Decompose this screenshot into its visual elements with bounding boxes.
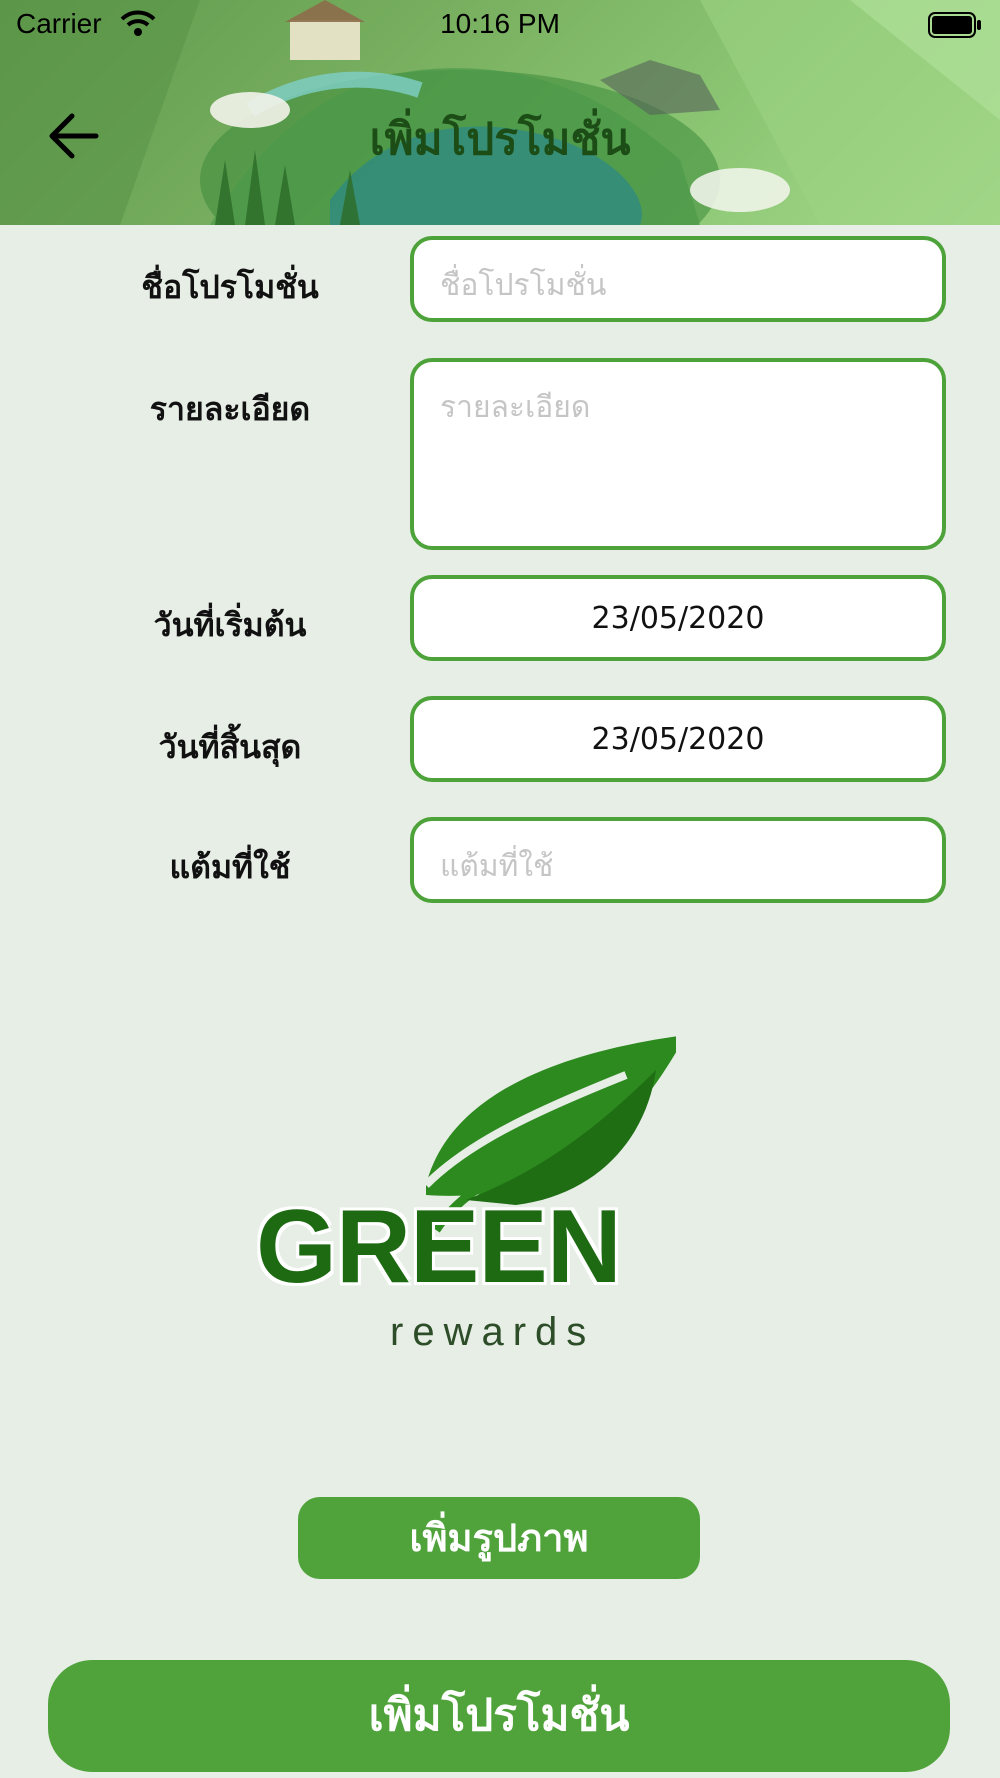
promo-name-input[interactable]: ชื่อโปรโมชั่น (410, 236, 946, 322)
details-textarea[interactable]: รายละเอียด (410, 358, 946, 550)
details-placeholder: รายละเอียด (440, 390, 591, 425)
end-date-field[interactable]: 23/05/2020 (410, 696, 946, 782)
promo-name-placeholder: ชื่อโปรโมชั่น (440, 268, 607, 303)
status-time: 10:16 PM (440, 8, 560, 39)
promo-name-label: ชื่อโปรโมชั่น (141, 268, 319, 306)
header-banner: Carrier 10:16 PM เพิ่มโปรโมชั่น (0, 0, 1000, 225)
logo-brand: GREEN (256, 1189, 622, 1305)
add-image-button[interactable]: เพิ่มรูปภาพ (298, 1497, 700, 1579)
points-input[interactable]: แต้มที่ใช้ (410, 817, 946, 903)
details-label: รายละเอียด (149, 390, 311, 428)
start-date-value: 23/05/2020 (591, 601, 765, 636)
logo-sub: rewards (390, 1310, 596, 1354)
points-placeholder: แต้มที่ใช้ (440, 849, 554, 884)
points-label: แต้มที่ใช้ (169, 848, 291, 886)
page-title: เพิ่มโปรโมชั่น (369, 114, 631, 165)
add-promotion-button[interactable]: เพิ่มโปรโมชั่น (48, 1660, 950, 1772)
battery-icon (928, 12, 981, 38)
end-date-value: 23/05/2020 (591, 722, 765, 757)
start-date-label: วันที่เริ่มต้น (153, 606, 307, 644)
end-date-label: วันที่สิ้นสุด (158, 728, 302, 766)
status-bar: Carrier 10:16 PM (0, 0, 1000, 52)
start-date-field[interactable]: 23/05/2020 (410, 575, 946, 661)
